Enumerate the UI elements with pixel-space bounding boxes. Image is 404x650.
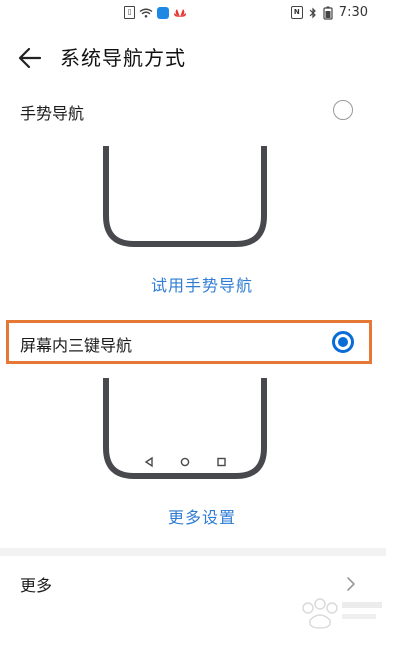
nfc-icon: N <box>290 6 303 19</box>
more-settings-link[interactable]: 更多设置 <box>0 504 404 528</box>
page-title: 系统导航方式 <box>60 46 186 70</box>
try-gesture-link[interactable]: 试用手势导航 <box>0 272 404 296</box>
baidu-watermark-logo <box>302 598 382 629</box>
section-divider <box>0 548 386 556</box>
gesture-nav-label[interactable]: 手势导航 <box>20 100 84 124</box>
three-key-nav-label[interactable]: 屏幕内三键导航 <box>20 332 132 356</box>
home-key-icon <box>180 457 190 467</box>
three-key-nav-radio[interactable] <box>332 331 354 353</box>
gesture-phone-illustration <box>103 146 267 247</box>
gesture-nav-radio[interactable] <box>333 100 353 120</box>
battery-icon <box>323 6 333 20</box>
cloud-icon <box>157 6 169 19</box>
status-bar: ▯ N 7:30 <box>0 0 404 26</box>
status-time: 7:30 <box>338 5 368 20</box>
huawei-icon <box>174 8 186 17</box>
more-label: 更多 <box>20 576 53 595</box>
recents-key-icon <box>217 457 226 467</box>
sim-icon: ▯ <box>124 6 135 19</box>
three-key-phone-illustration <box>103 378 267 479</box>
wifi-icon <box>139 8 153 18</box>
back-arrow-icon[interactable] <box>16 44 44 72</box>
app-bar: 系统导航方式 <box>0 34 404 82</box>
bluetooth-icon <box>309 7 316 18</box>
back-key-icon <box>144 456 153 468</box>
